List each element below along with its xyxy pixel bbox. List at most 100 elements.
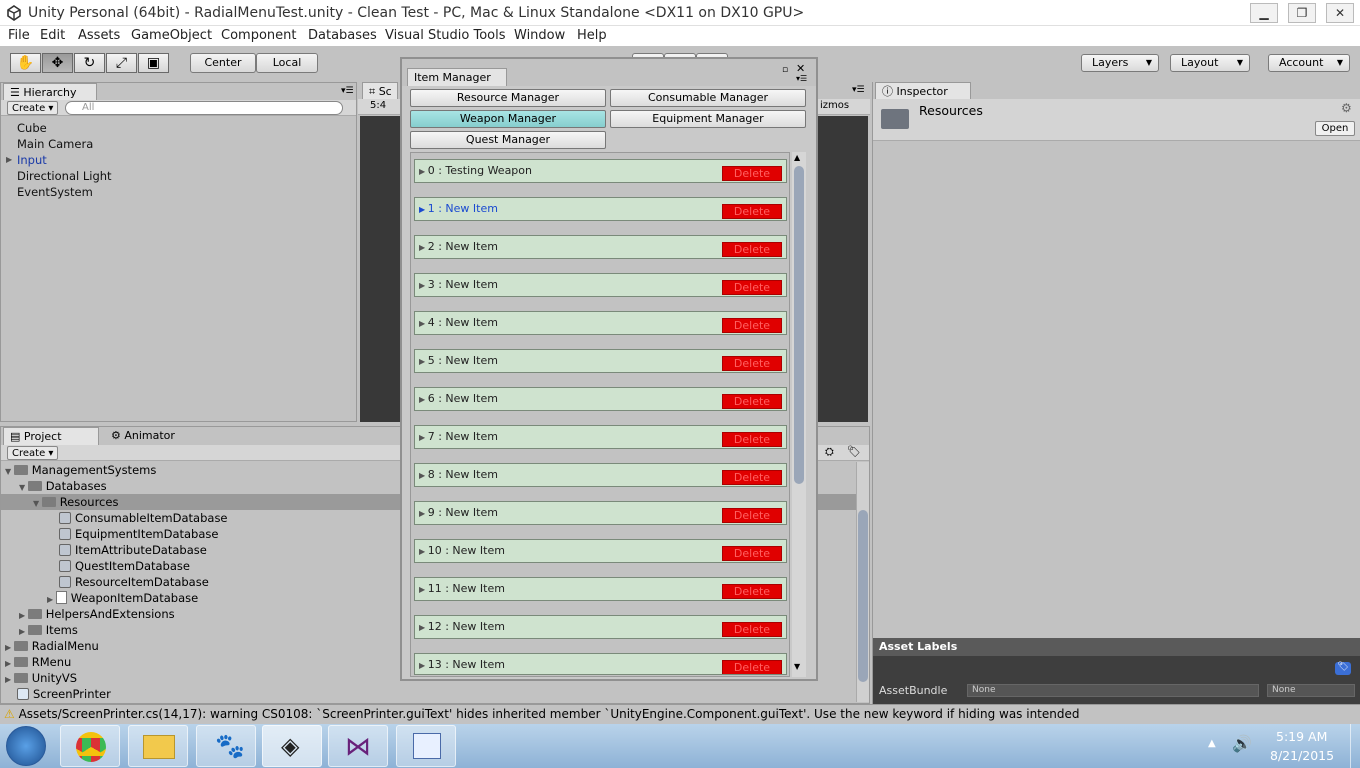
hierarchy-search-input[interactable]: All <box>65 101 343 115</box>
item-row[interactable]: ▶ 1 : New Item Delete <box>414 197 787 221</box>
rotate-tool-icon[interactable]: ↻ <box>74 53 105 73</box>
tab-hierarchy[interactable]: ☰ Hierarchy <box>3 83 97 101</box>
unity-taskbar-icon[interactable]: ◈ <box>262 725 322 767</box>
show-hidden-icons-icon[interactable]: ▲ <box>1208 738 1216 749</box>
visual-studio-taskbar-icon[interactable]: ⋈ <box>328 725 388 767</box>
scene-panel-menu-icon[interactable]: ▾☰ <box>852 85 865 95</box>
tree-item-unityvs[interactable]: ▶ UnityVS <box>5 670 77 686</box>
delete-button[interactable]: Delete <box>722 508 782 523</box>
item-row[interactable]: ▶ 10 : New Item Delete <box>414 539 787 563</box>
menu-databases[interactable]: Databases <box>308 28 377 43</box>
tree-item-equipmentitemdatabase[interactable]: EquipmentItemDatabase <box>59 526 218 542</box>
tree-item-weaponitemdatabase[interactable]: ▶ WeaponItemDatabase <box>47 590 198 606</box>
menu-visual-studio-tools[interactable]: Visual Studio Tools <box>385 28 506 43</box>
weapon-manager-button[interactable]: Weapon Manager <box>410 110 606 128</box>
project-scroll-thumb[interactable] <box>858 510 868 682</box>
show-desktop-button[interactable] <box>1350 724 1360 768</box>
expand-arrow-icon[interactable]: ▶ <box>6 155 12 164</box>
account-dropdown[interactable]: Account <box>1268 54 1350 72</box>
start-button-icon[interactable] <box>6 726 46 766</box>
tree-item-databases[interactable]: ▼ Databases <box>19 478 107 494</box>
tab-scene[interactable]: ⌗ Sc <box>362 82 398 100</box>
item-row[interactable]: ▶ 4 : New Item Delete <box>414 311 787 335</box>
assetbundle-dropdown[interactable]: None <box>967 684 1259 697</box>
item-row[interactable]: ▶ 3 : New Item Delete <box>414 273 787 297</box>
menu-file[interactable]: File <box>8 28 30 43</box>
delete-button[interactable]: Delete <box>722 546 782 561</box>
tab-inspector[interactable]: ⓘ Inspector <box>875 82 971 100</box>
menu-edit[interactable]: Edit <box>40 28 65 43</box>
resource-manager-button[interactable]: Resource Manager <box>410 89 606 107</box>
hierarchy-create-button[interactable]: Create ▾ <box>7 101 59 115</box>
project-scrollbar[interactable] <box>856 462 869 702</box>
menu-window[interactable]: Window <box>514 28 565 43</box>
menu-gameobject[interactable]: GameObject <box>131 28 212 43</box>
tree-item-radialmenu[interactable]: ▶ RadialMenu <box>5 638 99 654</box>
tree-item-itemattributedatabase[interactable]: ItemAttributeDatabase <box>59 542 207 558</box>
layers-dropdown[interactable]: Layers <box>1081 54 1159 72</box>
tree-item-screenprinter[interactable]: ScreenPrinter <box>17 686 111 702</box>
tree-item-consumableitemdatabase[interactable]: ConsumableItemDatabase <box>59 510 228 526</box>
hierarchy-item-cube[interactable]: Cube <box>17 120 47 136</box>
delete-button[interactable]: Delete <box>722 356 782 371</box>
item-row[interactable]: ▶ 2 : New Item Delete <box>414 235 787 259</box>
scene-aspect[interactable]: 5:4 <box>370 100 386 111</box>
item-row[interactable]: ▶ 0 : Testing Weapon Delete <box>414 159 787 183</box>
item-row[interactable]: ▶ 6 : New Item Delete <box>414 387 787 411</box>
delete-button[interactable]: Delete <box>722 660 782 674</box>
paint-taskbar-icon[interactable] <box>396 725 456 767</box>
restore-button[interactable]: ❐ <box>1288 3 1316 23</box>
media-player-taskbar-icon[interactable]: 🐾 <box>196 725 256 767</box>
tree-item-questitemdatabase[interactable]: QuestItemDatabase <box>59 558 190 574</box>
minimize-button[interactable]: ▁ <box>1250 3 1278 23</box>
filter-type-icon[interactable]: ⛭ <box>825 445 834 459</box>
item-row[interactable]: ▶ 8 : New Item Delete <box>414 463 787 487</box>
delete-button[interactable]: Delete <box>722 394 782 409</box>
variant-dropdown[interactable]: None <box>1267 684 1355 697</box>
settings-gear-icon[interactable]: ⚙ <box>1341 101 1352 115</box>
open-button[interactable]: Open <box>1315 121 1355 136</box>
item-row[interactable]: ▶ 7 : New Item Delete <box>414 425 787 449</box>
close-button[interactable]: ✕ <box>1326 3 1354 23</box>
item-row[interactable]: ▶ 13 : New Item Delete <box>414 653 787 675</box>
consumable-manager-button[interactable]: Consumable Manager <box>610 89 806 107</box>
volume-icon[interactable]: 🔊 <box>1232 734 1252 753</box>
delete-button[interactable]: Delete <box>722 622 782 637</box>
tree-item-helpersandextensions[interactable]: ▶ HelpersAndExtensions <box>19 606 175 622</box>
chrome-taskbar-icon[interactable] <box>60 725 120 767</box>
menu-component[interactable]: Component <box>221 28 296 43</box>
item-row[interactable]: ▶ 11 : New Item Delete <box>414 577 787 601</box>
scroll-up-icon[interactable]: ▲ <box>794 153 800 162</box>
console-status-bar[interactable]: ⚠ Assets/ScreenPrinter.cs(14,17): warnin… <box>0 704 1360 724</box>
delete-button[interactable]: Delete <box>722 432 782 447</box>
local-toggle[interactable]: Local <box>256 53 318 73</box>
item-row[interactable]: ▶ 5 : New Item Delete <box>414 349 787 373</box>
clock-time[interactable]: 5:19 AM <box>1276 729 1327 744</box>
explorer-taskbar-icon[interactable] <box>128 725 188 767</box>
item-row[interactable]: ▶ 9 : New Item Delete <box>414 501 787 525</box>
delete-button[interactable]: Delete <box>722 242 782 257</box>
hierarchy-item-input[interactable]: Input <box>17 152 47 168</box>
hierarchy-item-main-camera[interactable]: Main Camera <box>17 136 93 152</box>
window-menu-icon[interactable]: ▾☰ <box>796 74 807 83</box>
item-list-scroll-thumb[interactable] <box>794 166 804 484</box>
layout-dropdown[interactable]: Layout <box>1170 54 1250 72</box>
hand-tool-icon[interactable]: ✋ <box>10 53 41 73</box>
scale-tool-icon[interactable]: ⤢ <box>106 53 137 73</box>
tab-animator[interactable]: ⚙ Animator <box>105 427 195 445</box>
delete-button[interactable]: Delete <box>722 318 782 333</box>
move-tool-icon[interactable]: ✥ <box>42 53 73 73</box>
delete-button[interactable]: Delete <box>722 470 782 485</box>
gizmos-dropdown[interactable]: izmos <box>820 100 849 111</box>
rect-tool-icon[interactable]: ▣ <box>138 53 169 73</box>
project-create-button[interactable]: Create ▾ <box>7 446 59 460</box>
tree-item-items[interactable]: ▶ Items <box>19 622 78 638</box>
item-list-scrollbar[interactable]: ▲ ▼ <box>792 152 806 677</box>
delete-button[interactable]: Delete <box>722 280 782 295</box>
tree-item-managementsystems[interactable]: ▼ ManagementSystems <box>5 462 156 478</box>
delete-button[interactable]: Delete <box>722 584 782 599</box>
equipment-manager-button[interactable]: Equipment Manager <box>610 110 806 128</box>
menu-help[interactable]: Help <box>577 28 607 43</box>
tree-item-resourceitemdatabase[interactable]: ResourceItemDatabase <box>59 574 209 590</box>
tab-item-manager[interactable]: Item Manager <box>407 68 507 86</box>
